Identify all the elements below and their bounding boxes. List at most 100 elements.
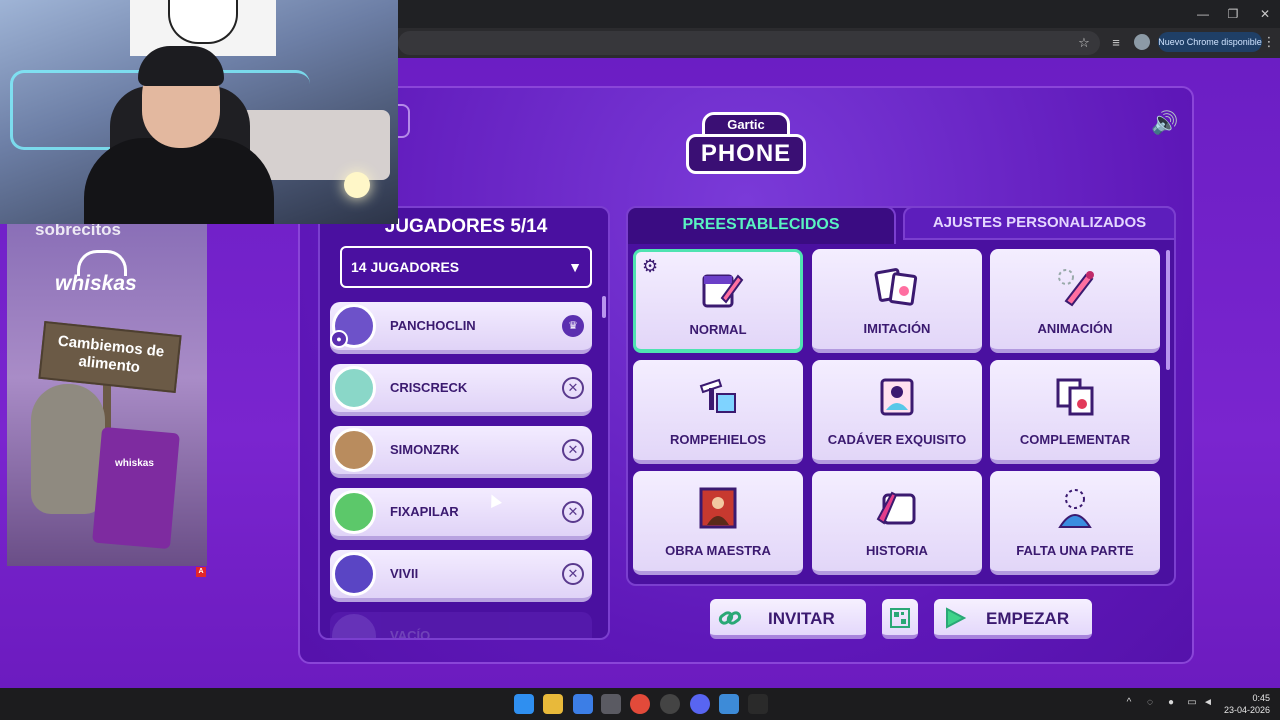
missing-part-icon (1058, 489, 1092, 528)
webcam-person-hair (138, 46, 224, 86)
speaker-icon[interactable]: 🔊 (1150, 110, 1180, 136)
invite-label: INVITAR (768, 609, 835, 628)
reading-list-icon[interactable]: ≡ (1106, 33, 1126, 53)
mode-card-normal[interactable]: ⚙ NORMAL (633, 249, 803, 353)
ad-badge[interactable]: A (196, 567, 206, 577)
webcam-lamp (344, 172, 370, 198)
mode-card-story[interactable]: HISTORIA (812, 471, 982, 575)
chrome-icon[interactable] (630, 694, 650, 714)
gartic-phone-logo: Gartic PHONE (684, 108, 808, 184)
back-button[interactable] (396, 104, 410, 138)
mode-card-masterpiece[interactable]: OBRA MAESTRA (633, 471, 803, 575)
gear-icon[interactable]: ⚙ (642, 256, 658, 277)
hammer-ice-icon (699, 378, 736, 413)
clock-time: 0:45 (1252, 693, 1270, 703)
taskbar-clock[interactable]: 0:45 23-04-2026 (1218, 692, 1270, 716)
mode-label: COMPLEMENTAR (1019, 432, 1131, 447)
notification-off-icon[interactable]: ◌ (1143, 696, 1157, 710)
mode-label: ANIMACIÓN (1037, 321, 1113, 336)
logo-main-text: PHONE (686, 134, 806, 174)
address-bar[interactable] (398, 31, 1100, 55)
player-row: FIXAPILAR ✕ (330, 488, 592, 540)
mode-card-complement[interactable]: COMPLEMENTAR (990, 360, 1160, 464)
microphone-icon[interactable]: ● (1164, 696, 1178, 710)
player-avatar (332, 428, 376, 472)
display-icon[interactable]: ▭ (1185, 696, 1199, 710)
player-row: ● PANCHOCLIN ♛ (330, 302, 592, 354)
complement-icon (1056, 378, 1094, 416)
player-avatar (332, 552, 376, 596)
mode-card-animation[interactable]: ANIMACIÓN (990, 249, 1160, 353)
players-panel: JUGADORES 5/14 14 JUGADORES ▼ ● PANCHOCL… (318, 206, 610, 640)
tab-preset[interactable]: PREESTABLECIDOS (626, 206, 896, 244)
close-icon[interactable]: ✕ (1250, 4, 1280, 24)
mode-card-imitation[interactable]: IMITACIÓN (812, 249, 982, 353)
ad-pouch-brand: whiskas (115, 458, 154, 469)
shield-icon[interactable] (719, 694, 739, 714)
cards-icon (874, 268, 918, 306)
player-row: VIVII ✕ (330, 550, 592, 602)
remove-player-icon[interactable]: ✕ (562, 439, 584, 461)
player-avatar (332, 490, 376, 534)
star-icon[interactable]: ☆ (1074, 33, 1094, 53)
discord-icon[interactable] (690, 694, 710, 714)
mode-label: HISTORIA (866, 543, 928, 558)
player-name: VIVII (390, 566, 419, 581)
mode-label: OBRA MAESTRA (665, 543, 771, 558)
chevron-down-icon: ▼ (568, 259, 582, 275)
empty-slot-row: VACÍO (330, 612, 592, 640)
file-explorer-icon[interactable] (543, 694, 563, 714)
mode-label: FALTA UNA PARTE (1016, 543, 1134, 558)
qr-code-button[interactable] (882, 599, 918, 639)
minimize-icon[interactable]: — (1188, 4, 1218, 24)
player-count-value: 14 JUGADORES (351, 259, 460, 275)
store-icon[interactable] (601, 694, 621, 714)
player-row: SIMONZRK ✕ (330, 426, 592, 478)
players-scrollbar[interactable] (602, 296, 606, 318)
pen-animation-icon (1058, 269, 1094, 307)
remove-player-icon[interactable]: ✕ (562, 563, 584, 585)
epic-games-icon[interactable] (748, 694, 768, 714)
notepad-pencil-icon (702, 274, 744, 308)
ad-pouch-image (92, 426, 180, 550)
start-button[interactable]: EMPEZAR (934, 599, 1092, 639)
ad-brand-logo: whiskas (55, 272, 137, 295)
player-name: FIXAPILAR (390, 504, 459, 519)
play-icon (946, 607, 966, 629)
start-label: EMPEZAR (986, 609, 1070, 628)
mode-card-exquisite-corpse[interactable]: CADÁVER EXQUISITO (812, 360, 982, 464)
painting-icon (699, 487, 737, 529)
portrait-icon (880, 378, 914, 416)
qr-code-icon (890, 608, 910, 628)
volume-icon[interactable]: ◄ (1201, 696, 1215, 710)
office-icon[interactable] (573, 694, 593, 714)
invite-button[interactable]: INVITAR (710, 599, 866, 639)
player-avatar (332, 366, 376, 410)
more-vert-icon[interactable]: ⋮ (1262, 32, 1276, 52)
chrome-update-chip[interactable]: Nuevo Chrome disponible (1158, 32, 1262, 52)
remove-player-icon[interactable]: ✕ (562, 377, 584, 399)
restore-icon[interactable]: ❐ (1218, 4, 1248, 24)
player-row: CRISCRECK ✕ (330, 364, 592, 416)
host-icon: ● (330, 330, 348, 348)
windows-start-icon[interactable] (514, 694, 534, 714)
profile-avatar[interactable] (1134, 34, 1150, 50)
obs-icon[interactable] (660, 694, 680, 714)
tab-custom-settings[interactable]: AJUSTES PERSONALIZADOS (903, 206, 1176, 240)
mode-label: CADÁVER EXQUISITO (827, 432, 967, 447)
scroll-quill-icon (876, 491, 916, 525)
ad-cat-image (31, 384, 105, 514)
crown-icon: ♛ (562, 315, 584, 337)
mode-card-missing-piece[interactable]: FALTA UNA PARTE (990, 471, 1160, 575)
empty-avatar (332, 614, 376, 638)
whiskas-ad[interactable]: sobrecitos whiskas Cambiemos de alimento… (7, 224, 207, 566)
ad-sign: Cambiemos de alimento (38, 320, 182, 394)
modes-scrollbar[interactable] (1166, 250, 1170, 370)
mode-label: ROMPEHIELOS (669, 432, 767, 447)
chevron-up-icon[interactable]: ^ (1122, 696, 1136, 710)
empty-slot-label: VACÍO (390, 628, 431, 640)
player-count-select[interactable]: 14 JUGADORES ▼ (340, 246, 592, 288)
mode-card-icebreaker[interactable]: ROMPEHIELOS (633, 360, 803, 464)
clock-date: 23-04-2026 (1223, 705, 1270, 715)
remove-player-icon[interactable]: ✕ (562, 501, 584, 523)
